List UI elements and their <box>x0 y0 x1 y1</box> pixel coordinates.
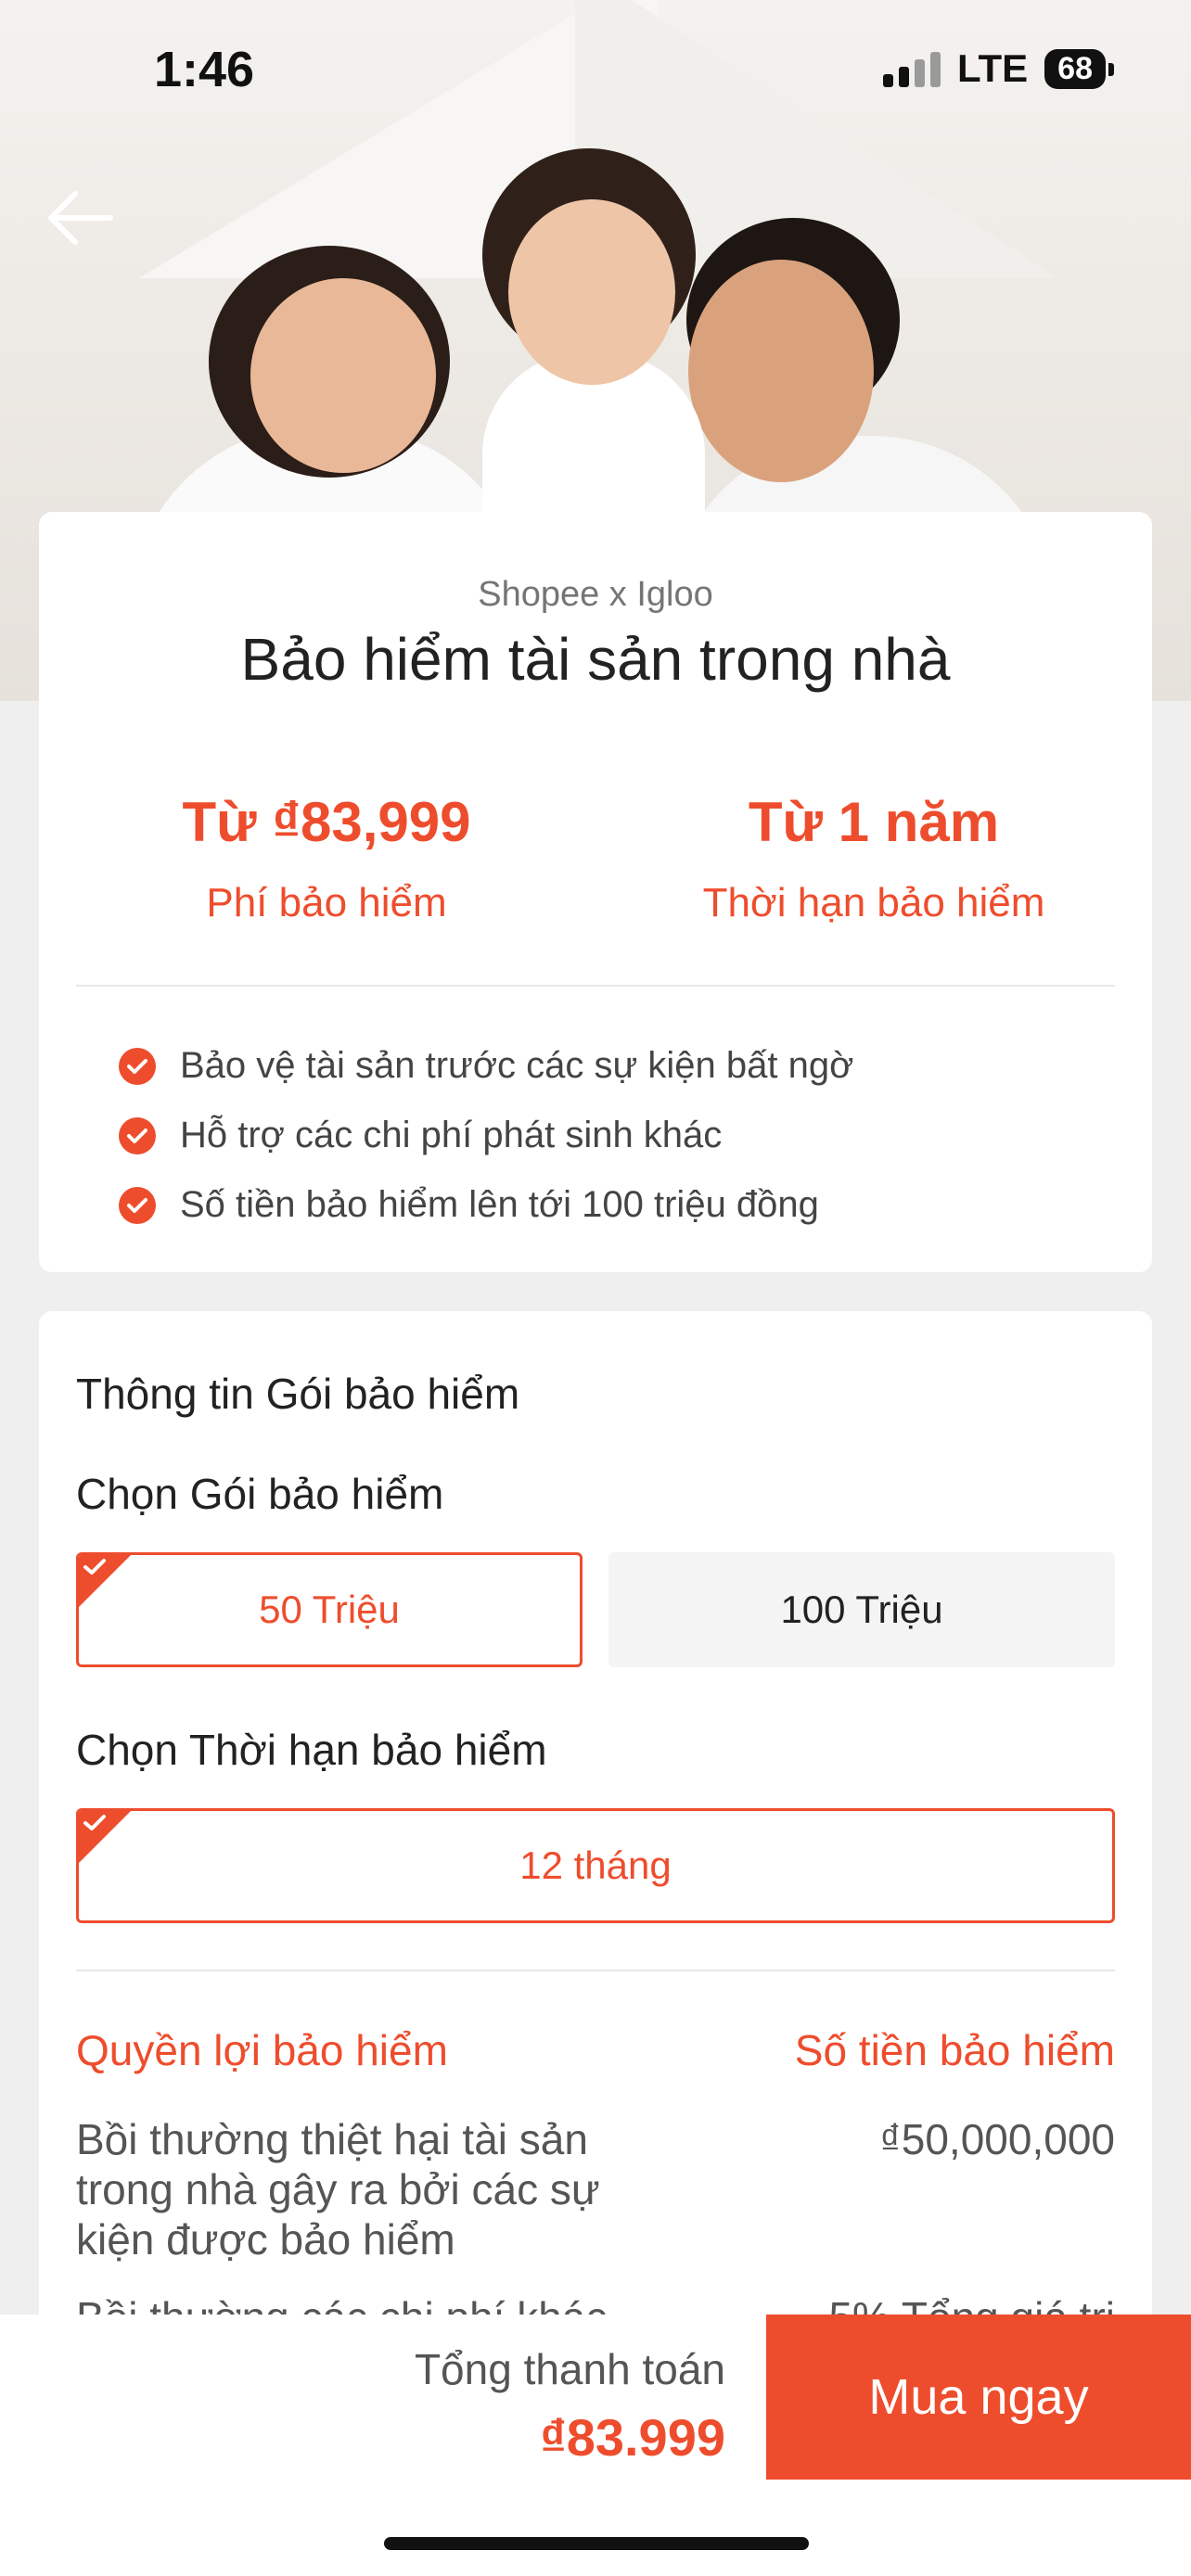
screen: 1:46 LTE 68 Shopee x Igloo Bảo hiểm tài … <box>0 0 1191 2576</box>
father-face <box>688 260 874 482</box>
back-button[interactable] <box>37 181 121 255</box>
benefits-col-right: Số tiền bảo hiểm <box>794 2026 1115 2074</box>
benefit-amount: ₫50,000,000 <box>879 2115 1115 2163</box>
feature-list: Bảo vệ tài sản trước các sự kiện bất ngờ… <box>119 1031 853 1240</box>
status-time: 1:46 <box>154 42 255 97</box>
feature-item: Hỗ trợ các chi phí phát sinh khác <box>119 1101 853 1170</box>
divider <box>76 985 1115 987</box>
network-type: LTE <box>956 46 1029 90</box>
feature-text: Số tiền bảo hiểm lên tới 100 triệu đồng <box>180 1184 819 1225</box>
term-option-12-months[interactable]: 12 tháng <box>76 1808 1115 1923</box>
feature-item: Số tiền bảo hiểm lên tới 100 triệu đồng <box>119 1170 853 1240</box>
benefits-col-left: Quyền lợi bảo hiểm <box>76 2026 448 2074</box>
divider <box>76 1970 1115 1971</box>
benefit-name: Bồi thường thiệt hại tài sản trong nhà g… <box>76 2115 600 2264</box>
brand-label: Shopee x Igloo <box>478 575 713 614</box>
page-title: Bảo hiểm tài sản trong nhà <box>240 626 951 693</box>
term-option-label: 12 tháng <box>519 1843 672 1887</box>
mother-face <box>250 278 436 473</box>
term-label: Thời hạn bảo hiểm <box>702 880 1045 925</box>
feature-text: Hỗ trợ các chi phí phát sinh khác <box>180 1115 723 1155</box>
status-indicators: LTE 68 <box>882 46 1114 91</box>
selected-corner-check-icon <box>83 1815 106 1830</box>
package-select-label: Chọn Gói bảo hiểm <box>76 1470 444 1518</box>
buy-now-button[interactable]: Mua ngay <box>766 2315 1191 2480</box>
package-option-100[interactable]: 100 Triệu <box>608 1552 1115 1667</box>
check-circle-icon <box>119 1047 156 1085</box>
feature-text: Bảo vệ tài sản trước các sự kiện bất ngờ <box>180 1045 854 1086</box>
back-arrow-icon <box>48 191 113 245</box>
home-indicator[interactable] <box>384 2537 809 2550</box>
total-amount: ₫83.999 <box>539 2408 725 2467</box>
package-option-label: 50 Triệu <box>259 1588 400 1631</box>
feature-item: Bảo vệ tài sản trước các sự kiện bất ngờ <box>119 1031 853 1101</box>
package-option-label: 100 Triệu <box>780 1588 943 1631</box>
check-circle-icon <box>119 1116 156 1154</box>
package-option-50[interactable]: 50 Triệu <box>76 1552 583 1667</box>
benefit-row: Bồi thường thiệt hại tài sản trong nhà g… <box>76 2114 1115 2264</box>
selected-corner-check-icon <box>83 1559 106 1575</box>
term-stat: Từ 1 năm Thời hạn bảo hiểm <box>614 790 1133 926</box>
premium-stat: Từ ₫83,999 Phí bảo hiểm <box>67 790 586 926</box>
benefits-header: Quyền lợi bảo hiểm Số tiền bảo hiểm <box>76 2025 1115 2075</box>
child-face <box>508 199 675 385</box>
total-label: Tổng thanh toán <box>414 2345 725 2393</box>
premium-value: Từ ₫83,999 <box>182 791 471 853</box>
premium-label: Phí bảo hiểm <box>206 880 447 925</box>
battery-icon: 68 <box>1044 48 1114 89</box>
section-title: Thông tin Gói bảo hiểm <box>76 1370 520 1418</box>
product-summary-card: Shopee x Igloo Bảo hiểm tài sản trong nh… <box>39 512 1152 1272</box>
signal-icon <box>882 50 941 87</box>
term-select-label: Chọn Thời hạn bảo hiểm <box>76 1726 547 1774</box>
check-circle-icon <box>119 1186 156 1224</box>
term-value: Từ 1 năm <box>748 791 1000 853</box>
